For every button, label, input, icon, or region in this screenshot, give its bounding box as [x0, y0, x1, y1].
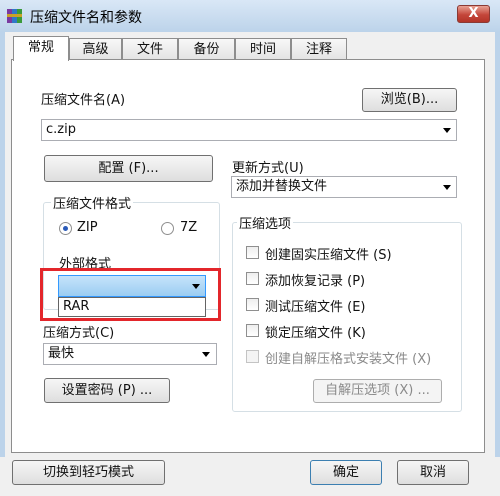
set-password-button[interactable]: 设置密码 (P) ...: [44, 378, 170, 403]
cancel-button[interactable]: 取消: [397, 460, 469, 485]
compression-method-value: 最快: [48, 346, 75, 361]
lock-archive-label: 锁定压缩文件 (K): [265, 326, 366, 341]
test-archive-checkbox[interactable]: [246, 298, 259, 311]
close-button[interactable]: X: [457, 5, 490, 23]
radio-selected-dot: [63, 226, 68, 231]
tab-general[interactable]: 常规: [13, 36, 69, 61]
winrar-icon: [6, 7, 24, 25]
chevron-down-icon[interactable]: [443, 128, 451, 133]
ok-button[interactable]: 确定: [310, 460, 382, 485]
profiles-button[interactable]: 配置 (F)...: [44, 155, 213, 182]
window-title: 压缩文件名和参数: [30, 10, 142, 26]
archive-name-label: 压缩文件名(A): [41, 93, 126, 108]
chevron-down-icon[interactable]: [202, 352, 210, 357]
switch-wizard-button[interactable]: 切换到轻巧模式: [12, 460, 165, 485]
tab-backup[interactable]: 备份: [178, 38, 235, 60]
zip-label: ZIP: [77, 220, 98, 235]
chevron-down-icon[interactable]: [443, 185, 451, 190]
archive-format-legend: 压缩文件格式: [51, 193, 134, 212]
sfx-archive-label: 创建自解压格式安装文件 (X): [265, 352, 432, 367]
7z-label: 7Z: [180, 220, 198, 235]
solid-archive-checkbox[interactable]: [246, 246, 259, 259]
lock-archive-checkbox[interactable]: [246, 324, 259, 337]
tab-comment[interactable]: 注释: [291, 38, 347, 60]
solid-archive-label: 创建固实压缩文件 (S): [265, 248, 392, 263]
recovery-record-checkbox[interactable]: [246, 272, 259, 285]
test-archive-label: 测试压缩文件 (E): [265, 300, 366, 315]
update-mode-value: 添加并替换文件: [236, 179, 328, 194]
archive-name-value: c.zip: [46, 122, 76, 137]
compression-options-legend: 压缩选项: [237, 213, 294, 232]
browse-button[interactable]: 浏览(B)...: [362, 88, 457, 112]
tab-time[interactable]: 时间: [235, 38, 291, 60]
update-mode-label: 更新方式(U): [232, 161, 304, 176]
compression-method-label: 压缩方式(C): [43, 326, 115, 341]
recovery-record-label: 添加恢复记录 (P): [265, 274, 366, 289]
sfx-archive-checkbox[interactable]: [246, 350, 259, 363]
compression-method-select[interactable]: 最快: [43, 343, 217, 365]
sfx-options-button[interactable]: 自解压选项 (X) ...: [313, 379, 442, 403]
update-mode-select[interactable]: 添加并替换文件: [231, 176, 457, 198]
tab-advanced[interactable]: 高级: [69, 38, 122, 60]
external-format-dropdown: RAR: [58, 297, 206, 317]
tab-files[interactable]: 文件: [122, 38, 178, 60]
7z-radio[interactable]: [161, 222, 174, 235]
archive-name-input[interactable]: c.zip: [41, 119, 457, 141]
dropdown-option-rar[interactable]: RAR: [59, 298, 205, 316]
